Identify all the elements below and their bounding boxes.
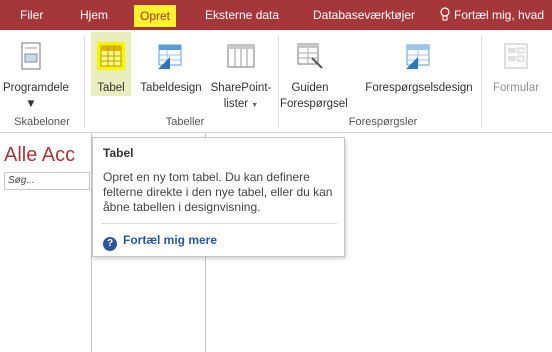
ribbon-separator <box>84 36 85 128</box>
sharepoint-label-2: lister ▼ <box>206 96 276 114</box>
ribbon-separator <box>481 36 482 128</box>
help-icon: ? <box>103 237 117 251</box>
group-tabeller: Tabeller <box>165 116 205 128</box>
ribbon-separator <box>278 36 279 128</box>
ribbon-panel: Programdele ▼ Tabel Tabeldesign SharePoi… <box>0 30 552 133</box>
tell-me-box[interactable]: Fortæl mig, hvad <box>440 0 544 30</box>
sharepoint-lister-button[interactable]: SharePoint- lister ▼ <box>206 30 276 114</box>
foresporgselsdesign-button[interactable]: Forespørgselsdesign <box>362 30 476 114</box>
tell-me-more-text: Fortæl mig mere <box>123 233 218 247</box>
tab-hjem[interactable]: Hjem <box>80 0 108 30</box>
tab-opret[interactable]: Opret <box>134 5 177 27</box>
chevron-down-icon: ▼ <box>251 102 259 109</box>
sharepoint-list-icon <box>227 44 255 68</box>
programdele-label: Programdele <box>3 82 69 94</box>
group-skabeloner: Skabeloner <box>14 116 70 128</box>
navigation-pane-title[interactable]: Alle Acc <box>4 144 75 167</box>
tab-eksterne-data[interactable]: Eksterne data <box>205 0 279 30</box>
tooltip-body: Opret en ny tom tabel. Du kan definere f… <box>103 170 333 214</box>
application-parts-icon <box>21 42 41 70</box>
sharepoint-label-1: SharePoint- <box>210 82 272 94</box>
table-icon <box>97 42 125 70</box>
tell-me-text: Fortæl mig, hvad <box>454 8 545 22</box>
guiden-label-1: Guiden <box>291 82 329 94</box>
ribbon-tab-bar: Filer Hjem Opret Eksterne data Databasev… <box>0 0 552 30</box>
foresporgselsdesign-label: Forespørgselsdesign <box>365 82 473 94</box>
tabeldesign-label: Tabeldesign <box>140 82 202 94</box>
table-design-icon <box>158 44 182 69</box>
query-wizard-icon <box>297 43 323 69</box>
tab-filer[interactable]: Filer <box>20 0 43 30</box>
tab-databasevaerktojer[interactable]: Databaseværktøjer <box>313 0 415 30</box>
query-design-icon <box>406 44 430 69</box>
lightbulb-icon <box>440 7 450 21</box>
tooltip-title: Tabel <box>103 146 134 160</box>
formular-label: Formular <box>492 82 539 94</box>
tabeldesign-button[interactable]: Tabeldesign <box>136 30 206 114</box>
formular-button[interactable]: Formular <box>486 30 546 114</box>
navigation-search-input[interactable]: Søg... <box>4 172 90 190</box>
group-foresporgsler: Forespørgsler <box>348 116 418 128</box>
tooltip-divider <box>101 223 337 224</box>
form-icon <box>504 43 528 69</box>
chevron-down-icon: ▼ <box>25 98 37 110</box>
tell-me-more-link[interactable]: ? Fortæl mig mere <box>103 233 218 251</box>
tabel-button[interactable]: Tabel <box>91 30 131 114</box>
programdele-button[interactable]: Programdele ▼ <box>3 30 69 114</box>
guiden-foresporgsel-button[interactable]: Guiden Forespørgsel <box>280 30 348 114</box>
guiden-label-2: Forespørgsel <box>280 98 348 110</box>
tabel-label: Tabel <box>97 82 125 94</box>
sharepoint-label-2-text: lister <box>223 98 249 110</box>
tabel-tooltip: Tabel Opret en ny tom tabel. Du kan defi… <box>92 137 345 257</box>
